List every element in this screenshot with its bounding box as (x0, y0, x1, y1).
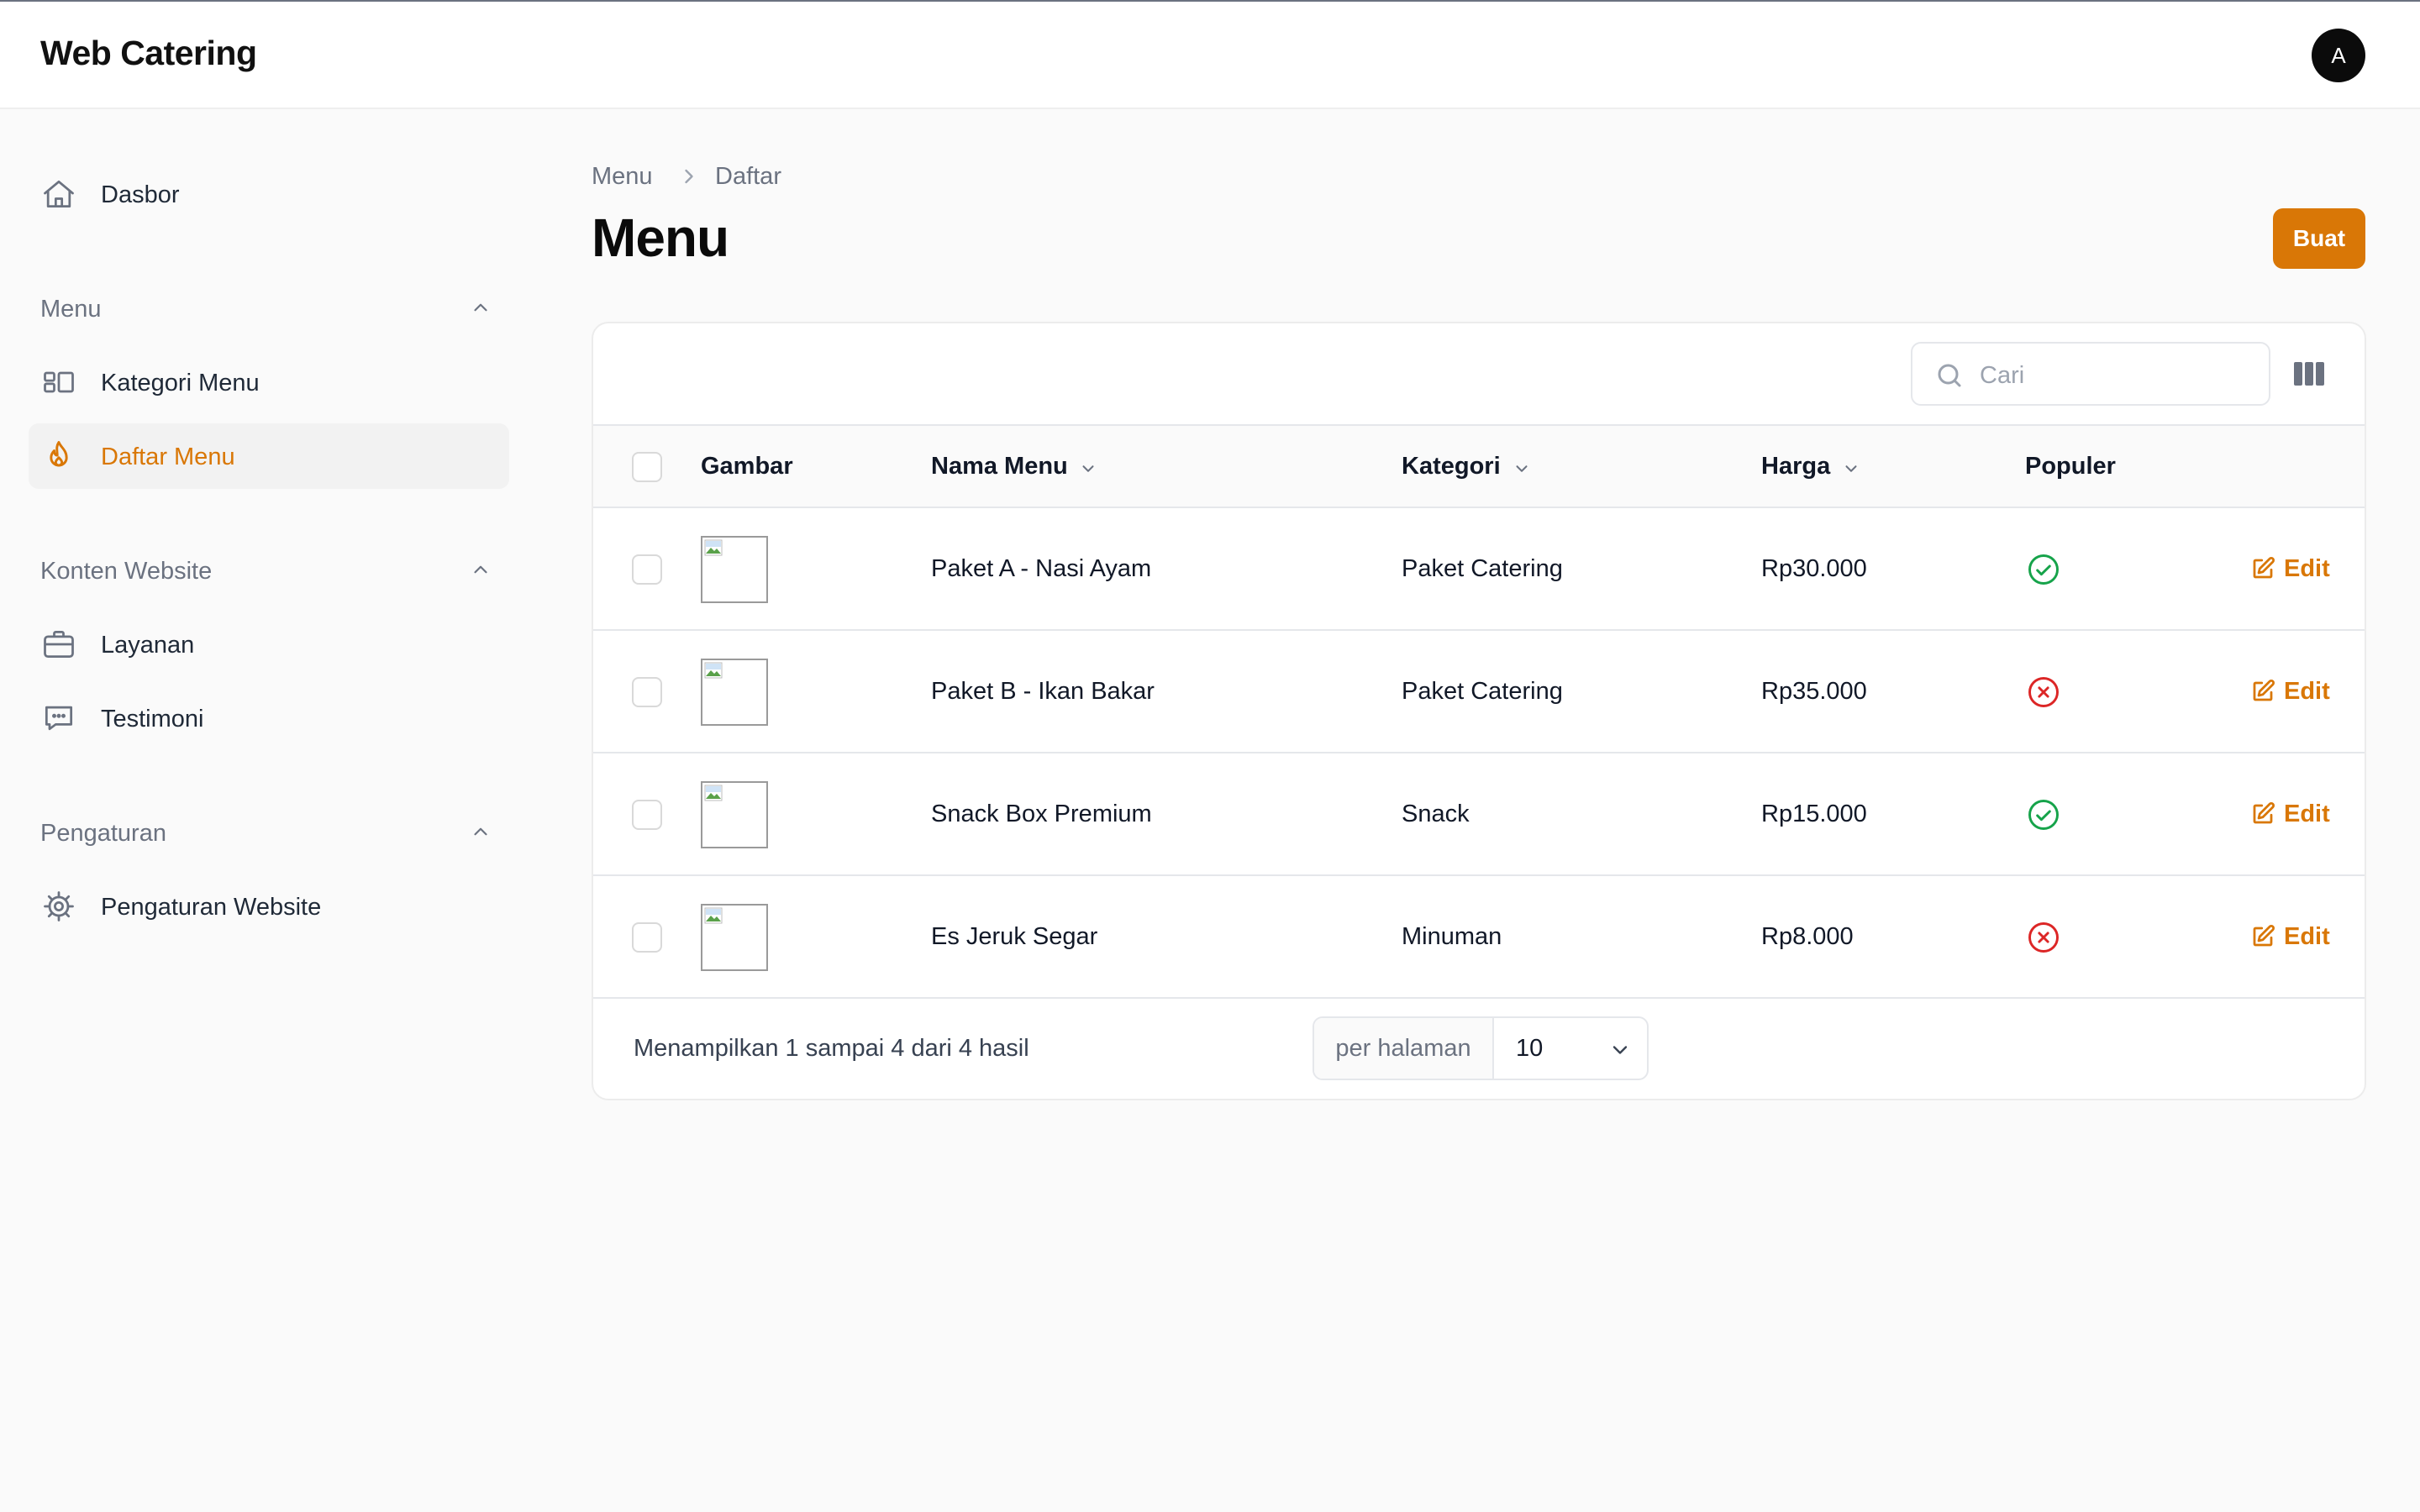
menu-name: Paket A - Nasi Ayam (931, 555, 1152, 582)
column-header-nama-menu[interactable]: Nama Menu (931, 453, 1068, 480)
briefcase-icon (40, 626, 77, 663)
menu-price: Rp8.000 (1761, 923, 1854, 950)
sidebar-item-kategori-menu[interactable]: Kategori Menu (29, 349, 509, 415)
edit-button[interactable]: Edit (2250, 554, 2330, 584)
row-checkbox[interactable] (632, 922, 662, 953)
per-page-label: per halaman (1314, 1018, 1494, 1079)
column-header-harga[interactable]: Harga (1761, 453, 1830, 480)
menu-name: Snack Box Premium (931, 801, 1152, 827)
edit-label: Edit (2284, 677, 2330, 705)
sidebar-item-label: Layanan (101, 632, 195, 659)
table-row[interactable]: Es Jeruk Segar Minuman Rp8.000 Edit (593, 876, 2365, 999)
check-circle-icon (2025, 796, 2062, 833)
sidebar-item-label: Pengaturan Website (101, 894, 322, 921)
brand-title[interactable]: Web Catering (40, 34, 257, 73)
edit-icon (2250, 556, 2275, 581)
page-title: Menu (592, 207, 729, 268)
table-card: Cari Gambar Nama Menu Kategori Harga Pop… (592, 322, 2366, 1100)
row-checkbox[interactable] (632, 554, 662, 585)
chevron-down-icon[interactable] (1608, 1038, 1632, 1062)
results-summary: Menampilkan 1 sampai 4 dari 4 hasil (634, 1035, 1029, 1062)
sidebar-item-testimoni[interactable]: Testimoni (29, 685, 509, 751)
row-checkbox[interactable] (632, 677, 662, 707)
chevron-up-icon[interactable] (467, 556, 494, 583)
edit-label: Edit (2284, 554, 2330, 582)
sidebar-item-pengaturan-website[interactable]: Pengaturan Website (29, 874, 509, 939)
sidebar-item-label: Testimoni (101, 706, 204, 732)
top-bar: Web Catering A (0, 0, 2420, 109)
row-checkbox[interactable] (632, 800, 662, 830)
sidebar-item-label: Daftar Menu (101, 444, 235, 470)
chevron-up-icon[interactable] (467, 294, 494, 321)
menu-image (701, 781, 768, 848)
columns-toggle-icon[interactable] (2292, 359, 2326, 389)
table-header: Gambar Nama Menu Kategori Harga Populer (593, 426, 2365, 508)
column-header-kategori[interactable]: Kategori (1402, 453, 1501, 480)
create-button[interactable]: Buat (2273, 208, 2365, 269)
chevron-up-icon[interactable] (467, 818, 494, 845)
x-circle-icon (2025, 674, 2062, 711)
menu-price: Rp15.000 (1761, 801, 1867, 827)
table-toolbar: Cari (593, 323, 2365, 426)
table-row[interactable]: Snack Box Premium Snack Rp15.000 Edit (593, 753, 2365, 876)
edit-icon (2250, 679, 2275, 704)
table-footer: Menampilkan 1 sampai 4 dari 4 hasil per … (593, 997, 2365, 1099)
menu-category: Snack (1402, 801, 1470, 827)
x-circle-icon (2025, 919, 2062, 956)
check-circle-icon (2025, 551, 2062, 588)
menu-image (701, 904, 768, 971)
edit-button[interactable]: Edit (2250, 676, 2330, 706)
edit-label: Edit (2284, 800, 2330, 827)
menu-image (701, 536, 768, 603)
menu-category: Minuman (1402, 923, 1502, 950)
breadcrumb-daftar: Daftar (715, 163, 781, 190)
per-page-value[interactable]: 10 (1516, 1035, 1543, 1063)
menu-category: Paket Catering (1402, 555, 1563, 582)
edit-icon (2250, 801, 2275, 827)
column-header-gambar: Gambar (701, 453, 793, 480)
menu-price: Rp30.000 (1761, 555, 1867, 582)
sort-chevron-icon[interactable] (1079, 459, 1097, 478)
search-input[interactable]: Cari (1911, 342, 2270, 406)
user-avatar[interactable]: A (2312, 29, 2365, 82)
table-row[interactable]: Paket B - Ikan Bakar Paket Catering Rp35.0… (593, 631, 2365, 753)
group-label-konten-website: Konten Website (40, 558, 213, 585)
menu-price: Rp35.000 (1761, 678, 1867, 705)
table-row[interactable]: Paket A - Nasi Ayam Paket Catering Rp30.00… (593, 508, 2365, 631)
edit-button[interactable]: Edit (2250, 799, 2330, 829)
home-icon (40, 176, 77, 213)
search-placeholder: Cari (1980, 362, 2025, 389)
menu-category: Paket Catering (1402, 678, 1563, 705)
select-all-checkbox[interactable] (632, 452, 662, 482)
layout-icon (40, 364, 77, 401)
sidebar-item-dasbor[interactable]: Dasbor (29, 161, 509, 227)
column-header-populer: Populer (2025, 453, 2116, 480)
chevron-right-icon (677, 165, 701, 188)
menu-name: Es Jeruk Segar (931, 923, 1098, 950)
search-icon (1934, 360, 1965, 391)
breadcrumb-menu[interactable]: Menu (592, 163, 653, 191)
sidebar-item-daftar-menu[interactable]: Daftar Menu (29, 423, 509, 489)
chat-icon (40, 700, 77, 737)
sort-chevron-icon[interactable] (1512, 459, 1531, 478)
group-label-menu: Menu (40, 296, 102, 323)
per-page-select[interactable]: per halaman 10 (1313, 1016, 1649, 1080)
menu-image (701, 659, 768, 726)
sidebar-item-label: Dasbor (101, 181, 180, 208)
edit-label: Edit (2284, 922, 2330, 950)
edit-icon (2250, 924, 2275, 949)
fire-icon (40, 438, 77, 475)
sidebar: Dasbor Menu Kategori Menu Daftar Menu Ko… (0, 109, 538, 1512)
gear-icon (40, 888, 77, 925)
menu-name: Paket B - Ikan Bakar (931, 678, 1155, 705)
edit-button[interactable]: Edit (2250, 921, 2330, 952)
sidebar-item-label: Kategori Menu (101, 370, 260, 396)
sidebar-item-layanan[interactable]: Layanan (29, 612, 509, 677)
group-label-pengaturan: Pengaturan (40, 820, 166, 847)
sort-chevron-icon[interactable] (1842, 459, 1860, 478)
